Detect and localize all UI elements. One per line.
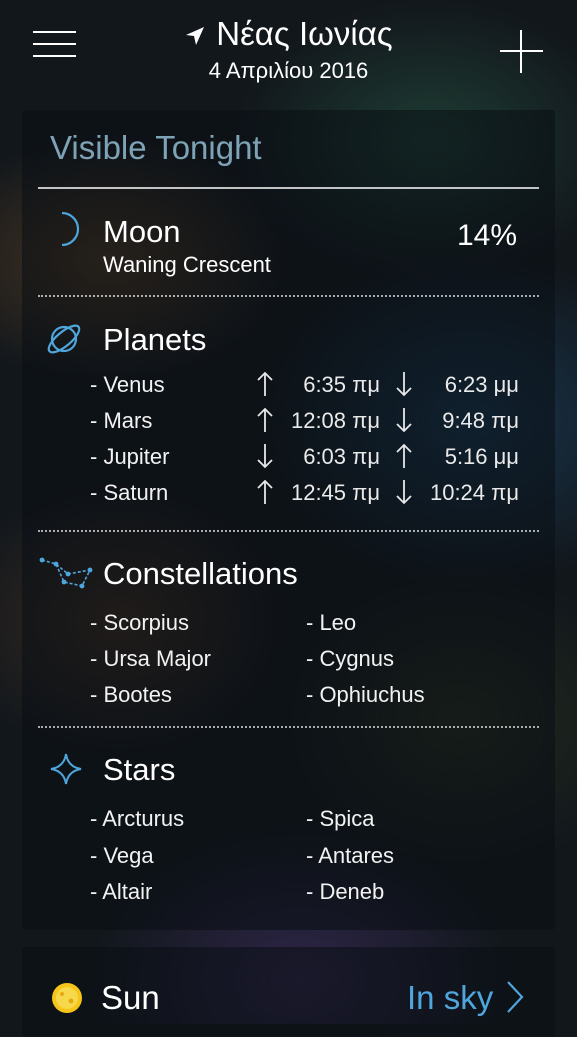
- list-item: - Altair: [90, 879, 153, 904]
- list-item: - Scorpius: [90, 610, 190, 635]
- planet-time: 6:03 πμ: [303, 444, 380, 469]
- location-title[interactable]: Νέας Ιωνίας: [0, 14, 577, 54]
- arrow-down-icon: [394, 370, 414, 398]
- planets-label: Planets: [103, 322, 207, 357]
- list-item: - Spica: [306, 806, 375, 831]
- list-item: - Ophiuchus: [306, 682, 425, 707]
- constellation-icon: [39, 557, 93, 589]
- moon-icon: [61, 211, 80, 247]
- planet-time: 6:35 πμ: [303, 372, 380, 397]
- arrow-up-icon: [394, 442, 414, 470]
- sun-label: Sun: [101, 979, 160, 1016]
- list-item: - Deneb: [306, 879, 385, 904]
- planet-name: - Mars: [90, 408, 153, 433]
- sun-icon: [52, 983, 82, 1013]
- list-item: - Antares: [306, 843, 395, 868]
- planet-time: 10:24 πμ: [429, 480, 519, 505]
- planet-icon: [47, 324, 81, 354]
- constellations-label: Constellations: [103, 556, 298, 591]
- header: Νέας Ιωνίας 4 Απριλίου 2016: [0, 0, 577, 105]
- planet-name: - Venus: [90, 372, 165, 397]
- divider: [38, 187, 539, 189]
- arrow-down-icon: [394, 478, 414, 506]
- divider: [38, 295, 539, 297]
- planet-time: 5:16 μμ: [444, 444, 519, 469]
- list-item: - Cygnus: [306, 646, 395, 671]
- planet-time: 12:45 πμ: [290, 480, 380, 505]
- planet-name: - Saturn: [90, 480, 169, 505]
- list-item: - Ursa Major: [90, 646, 212, 671]
- moon-phase: Waning Crescent: [103, 252, 271, 277]
- add-button[interactable]: [500, 30, 543, 73]
- date-label: 4 Απριλίου 2016: [208, 58, 369, 83]
- planet-time: 12:08 πμ: [290, 408, 380, 433]
- planet-time: 9:48 πμ: [442, 408, 519, 433]
- arrow-down-icon: [394, 406, 414, 434]
- star-icon: [50, 753, 82, 785]
- location-name: Νέας Ιωνίας: [216, 15, 393, 52]
- section-title: Visible Tonight: [50, 129, 262, 166]
- location-arrow-icon: [186, 27, 205, 45]
- planet-time: 6:23 μμ: [444, 372, 519, 397]
- moon-illumination: 14%: [456, 219, 517, 252]
- sun-status-link[interactable]: In sky: [407, 979, 493, 1017]
- visible-tonight-card: Visible Tonight Moon Waning Crescent 14%…: [22, 110, 555, 930]
- list-item: - Bootes: [90, 682, 172, 707]
- list-item: - Leo: [306, 610, 357, 635]
- stars-label: Stars: [103, 752, 176, 787]
- divider: [38, 726, 539, 728]
- list-item: - Vega: [90, 843, 154, 868]
- chevron-right-icon[interactable]: [505, 979, 525, 1015]
- list-item: - Arcturus: [90, 806, 185, 831]
- divider: [38, 530, 539, 532]
- planet-name: - Jupiter: [90, 444, 170, 469]
- moon-label: Moon: [103, 214, 181, 249]
